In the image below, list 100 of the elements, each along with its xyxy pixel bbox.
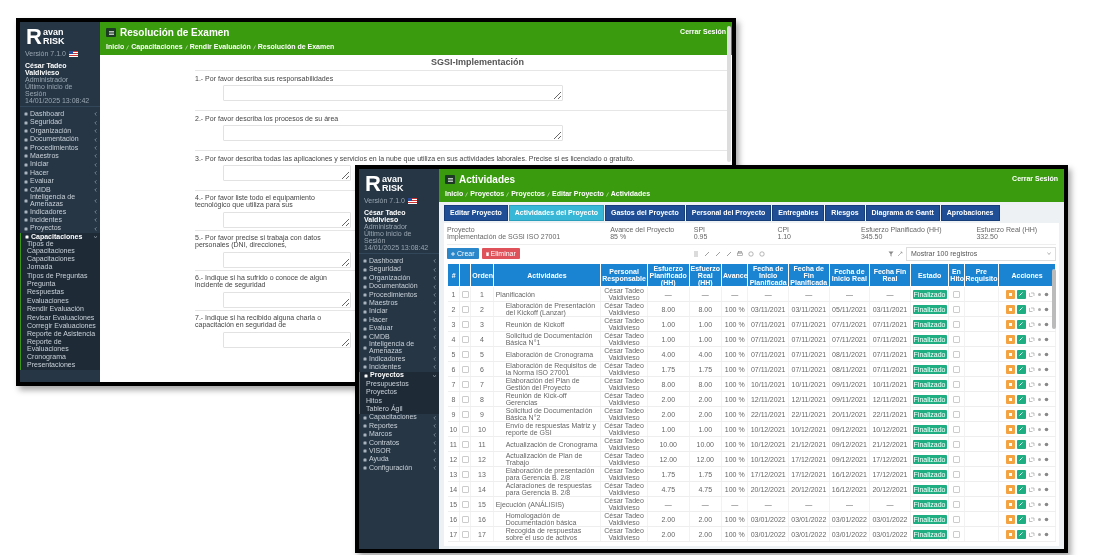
- row-checkbox[interactable]: [461, 336, 469, 343]
- milestone-checkbox[interactable]: [952, 531, 960, 538]
- answer-box[interactable]: [223, 211, 351, 228]
- dot-icon[interactable]: [1036, 486, 1042, 492]
- filter-icon[interactable]: [888, 250, 894, 257]
- dot-icon[interactable]: [1036, 456, 1042, 462]
- edit-button[interactable]: [1016, 439, 1026, 449]
- copy-icon[interactable]: [1027, 350, 1035, 358]
- row-checkbox[interactable]: [461, 396, 469, 403]
- edit-button[interactable]: [1016, 364, 1026, 374]
- copy-icon[interactable]: [1027, 530, 1035, 538]
- milestone-checkbox[interactable]: [952, 336, 960, 343]
- copy-icon[interactable]: [1027, 440, 1035, 448]
- copy-icon[interactable]: [1027, 470, 1035, 478]
- edit-button[interactable]: [1016, 394, 1026, 404]
- row-checkbox[interactable]: [461, 471, 469, 478]
- print-icon[interactable]: [737, 250, 743, 257]
- edit-button[interactable]: [1016, 379, 1026, 389]
- row-checkbox[interactable]: [461, 516, 469, 523]
- copy-icon[interactable]: [1027, 485, 1035, 493]
- milestone-checkbox[interactable]: [952, 366, 960, 373]
- edit-button[interactable]: [1016, 454, 1026, 464]
- dot-icon[interactable]: [1036, 306, 1042, 312]
- scrollbar[interactable]: [1052, 269, 1056, 329]
- copy-icon[interactable]: [1027, 500, 1035, 508]
- copy-icon[interactable]: [1027, 365, 1035, 373]
- edit-button[interactable]: [1016, 514, 1026, 524]
- flag-icon[interactable]: [407, 198, 417, 205]
- circle-icon[interactable]: [748, 250, 754, 257]
- dot-icon[interactable]: [1036, 471, 1042, 477]
- edit-button[interactable]: [1016, 289, 1026, 299]
- edit-button[interactable]: [1016, 409, 1026, 419]
- answer-box[interactable]: [223, 291, 351, 308]
- edit-button[interactable]: [1016, 424, 1026, 434]
- row-checkbox[interactable]: [461, 441, 469, 448]
- row-checkbox[interactable]: [461, 531, 469, 538]
- row-checkbox[interactable]: [461, 321, 469, 328]
- copy-icon[interactable]: [1027, 335, 1035, 343]
- milestone-checkbox[interactable]: [952, 471, 960, 478]
- copy-icon[interactable]: [1027, 320, 1035, 328]
- row-checkbox[interactable]: [461, 306, 469, 313]
- milestone-checkbox[interactable]: [952, 411, 960, 418]
- answer-box[interactable]: [223, 165, 351, 182]
- copy-icon[interactable]: [1027, 305, 1035, 313]
- dot-icon[interactable]: [1036, 291, 1042, 297]
- answer-box[interactable]: [223, 85, 563, 102]
- dot-icon[interactable]: [1036, 516, 1042, 522]
- milestone-checkbox[interactable]: [952, 516, 960, 523]
- milestone-checkbox[interactable]: [952, 291, 960, 298]
- milestone-checkbox[interactable]: [952, 441, 960, 448]
- row-checkbox[interactable]: [461, 411, 469, 418]
- edit-button[interactable]: [1016, 484, 1026, 494]
- edit-button[interactable]: [1016, 304, 1026, 314]
- answer-box[interactable]: [223, 125, 563, 142]
- circle-icon[interactable]: [759, 250, 765, 257]
- row-checkbox[interactable]: [461, 486, 469, 493]
- flag-icon[interactable]: [68, 51, 78, 58]
- edit-button[interactable]: [1016, 334, 1026, 344]
- row-checkbox[interactable]: [461, 456, 469, 463]
- menu-button[interactable]: [106, 28, 116, 37]
- copy-icon[interactable]: [1027, 455, 1035, 463]
- edit-button[interactable]: [1016, 529, 1026, 539]
- edit-button[interactable]: [1016, 349, 1026, 359]
- expand-icon[interactable]: [897, 250, 903, 257]
- scrollbar[interactable]: [727, 26, 731, 162]
- milestone-checkbox[interactable]: [952, 306, 960, 313]
- menu-button[interactable]: [445, 175, 455, 184]
- copy-icon[interactable]: [1027, 290, 1035, 298]
- copy-icon[interactable]: [1027, 515, 1035, 523]
- row-checkbox[interactable]: [461, 426, 469, 433]
- dot-icon[interactable]: [1036, 396, 1042, 402]
- dot-icon[interactable]: [1036, 531, 1042, 537]
- row-checkbox[interactable]: [461, 291, 469, 298]
- row-checkbox[interactable]: [461, 381, 469, 388]
- dot-icon[interactable]: [1036, 441, 1042, 447]
- milestone-checkbox[interactable]: [952, 396, 960, 403]
- dot-icon[interactable]: [1036, 381, 1042, 387]
- milestone-checkbox[interactable]: [952, 456, 960, 463]
- answer-box[interactable]: [223, 251, 351, 268]
- copy-icon[interactable]: [1027, 395, 1035, 403]
- dot-icon[interactable]: [1036, 351, 1042, 357]
- copy-icon[interactable]: [1027, 380, 1035, 388]
- dot-icon[interactable]: [1036, 501, 1042, 507]
- edit-button[interactable]: [1016, 319, 1026, 329]
- edit-button[interactable]: [1016, 469, 1026, 479]
- dot-icon[interactable]: [1036, 366, 1042, 372]
- dot-icon[interactable]: [1036, 411, 1042, 417]
- copy-icon[interactable]: [1027, 410, 1035, 418]
- dot-icon[interactable]: [1036, 426, 1042, 432]
- milestone-checkbox[interactable]: [952, 381, 960, 388]
- row-checkbox[interactable]: [461, 366, 469, 373]
- dot-icon[interactable]: [1036, 336, 1042, 342]
- milestone-checkbox[interactable]: [952, 321, 960, 328]
- milestone-checkbox[interactable]: [952, 426, 960, 433]
- edit-button[interactable]: [1016, 499, 1026, 509]
- row-checkbox[interactable]: [461, 501, 469, 508]
- answer-box[interactable]: [223, 331, 351, 348]
- milestone-checkbox[interactable]: [952, 351, 960, 358]
- milestone-checkbox[interactable]: [952, 486, 960, 493]
- copy-icon[interactable]: [1027, 425, 1035, 433]
